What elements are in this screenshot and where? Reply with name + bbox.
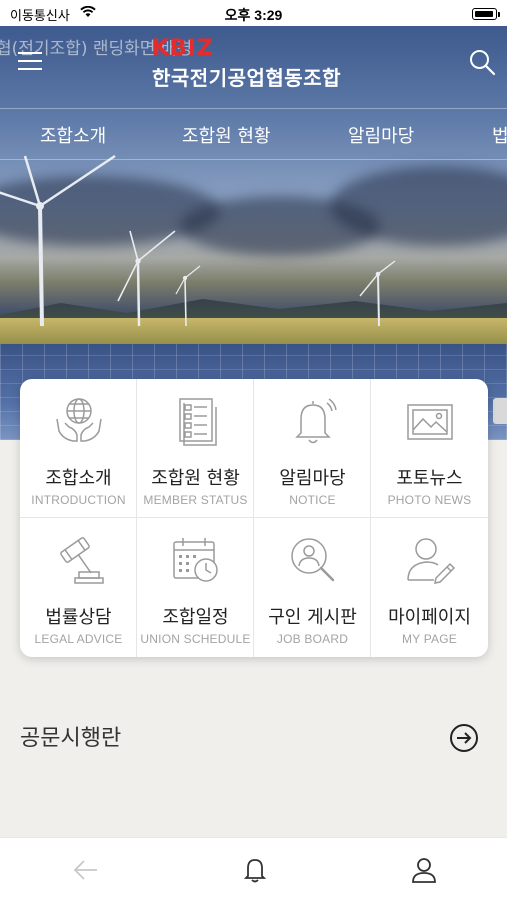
bottom-toolbar bbox=[0, 837, 507, 900]
bell-icon[interactable] bbox=[241, 856, 269, 884]
hamburger-line bbox=[18, 52, 42, 54]
menu-item-sublabel: UNION SCHEDULE bbox=[140, 632, 251, 646]
menu-item-sublabel: MY PAGE bbox=[402, 632, 457, 646]
menu-item-sublabel: MEMBER STATUS bbox=[143, 493, 248, 507]
top-nav: 조합소개 조합원 현황 알림마당 법 bbox=[0, 108, 507, 160]
member-list-icon bbox=[179, 398, 217, 446]
menu-item-label: 마이페이지 bbox=[388, 607, 471, 628]
hero-banner: 협(전기조합) 랜딩화면 배경 KBIZ 한국전기공업협동조합 조합소개 조합원… bbox=[0, 26, 507, 440]
tab-legal[interactable]: 법 bbox=[492, 122, 507, 148]
user-edit-icon bbox=[407, 538, 456, 584]
back-arrow-icon[interactable] bbox=[72, 856, 100, 884]
app-logo[interactable]: KBIZ 한국전기공업협동조합 bbox=[152, 38, 341, 91]
menu-item-my-page[interactable]: 마이페이지 MY PAGE bbox=[371, 518, 488, 657]
section-title: 공문시행란 bbox=[20, 726, 122, 751]
menu-item-sublabel: LEGAL ADVICE bbox=[34, 632, 123, 646]
side-scroll-tab[interactable] bbox=[493, 398, 507, 424]
menu-item-sublabel: NOTICE bbox=[289, 493, 336, 507]
search-icon[interactable] bbox=[468, 48, 496, 76]
menu-item-photo-news[interactable]: 포토뉴스 PHOTO NEWS bbox=[371, 379, 488, 518]
menu-item-job-board[interactable]: 구인 게시판 JOB BOARD bbox=[254, 518, 371, 657]
clock: 오후 3:29 bbox=[224, 7, 283, 23]
logo-title: 한국전기공업협동조합 bbox=[152, 66, 341, 90]
battery-icon bbox=[472, 8, 497, 20]
menu-item-label: 조합일정 bbox=[162, 607, 229, 628]
menu-button[interactable] bbox=[18, 52, 42, 72]
hamburger-line bbox=[18, 68, 42, 70]
menu-item-sublabel: JOB BOARD bbox=[276, 632, 349, 646]
menu-grid: 조합소개 INTRODUCTION 조합원 현황 MEMBER STATUS 알… bbox=[20, 379, 488, 657]
logo-mark: KBIZ bbox=[152, 36, 214, 61]
hamburger-line bbox=[18, 60, 42, 62]
menu-item-union-schedule[interactable]: 조합일정 UNION SCHEDULE bbox=[137, 518, 254, 657]
menu-item-introduction[interactable]: 조합소개 INTRODUCTION bbox=[20, 379, 137, 518]
tab-member-status[interactable]: 조합원 현황 bbox=[182, 122, 271, 148]
menu-item-legal-advice[interactable]: 법률상담 LEGAL ADVICE bbox=[20, 518, 137, 657]
battery-tip bbox=[498, 12, 500, 17]
calendar-clock-icon bbox=[173, 538, 218, 582]
search-person-icon bbox=[291, 538, 335, 582]
menu-item-member-status[interactable]: 조합원 현황 MEMBER STATUS bbox=[137, 379, 254, 518]
menu-item-notice[interactable]: 알림마당 NOTICE bbox=[254, 379, 371, 518]
user-icon[interactable] bbox=[410, 856, 438, 884]
photo-icon bbox=[407, 404, 453, 440]
tab-introduction[interactable]: 조합소개 bbox=[40, 122, 106, 148]
menu-item-label: 구인 게시판 bbox=[268, 607, 357, 628]
menu-item-label: 법률상담 bbox=[45, 607, 112, 628]
menu-item-label: 알림마당 bbox=[279, 468, 346, 489]
globe-hands-icon bbox=[56, 398, 102, 442]
arrow-right-circle-icon[interactable] bbox=[449, 723, 479, 753]
gavel-icon bbox=[60, 537, 104, 584]
status-bar: 이동통신사 오후 3:29 bbox=[0, 0, 507, 26]
menu-item-label: 포토뉴스 bbox=[396, 468, 463, 489]
menu-item-sublabel: PHOTO NEWS bbox=[387, 493, 472, 507]
official-notice-section[interactable]: 공문시행란 bbox=[0, 700, 507, 770]
menu-item-label: 조합원 현황 bbox=[151, 468, 240, 489]
menu-item-label: 조합소개 bbox=[45, 468, 112, 489]
menu-item-sublabel: INTRODUCTION bbox=[31, 493, 126, 507]
tab-notice[interactable]: 알림마당 bbox=[348, 122, 414, 148]
bell-icon bbox=[295, 398, 337, 444]
